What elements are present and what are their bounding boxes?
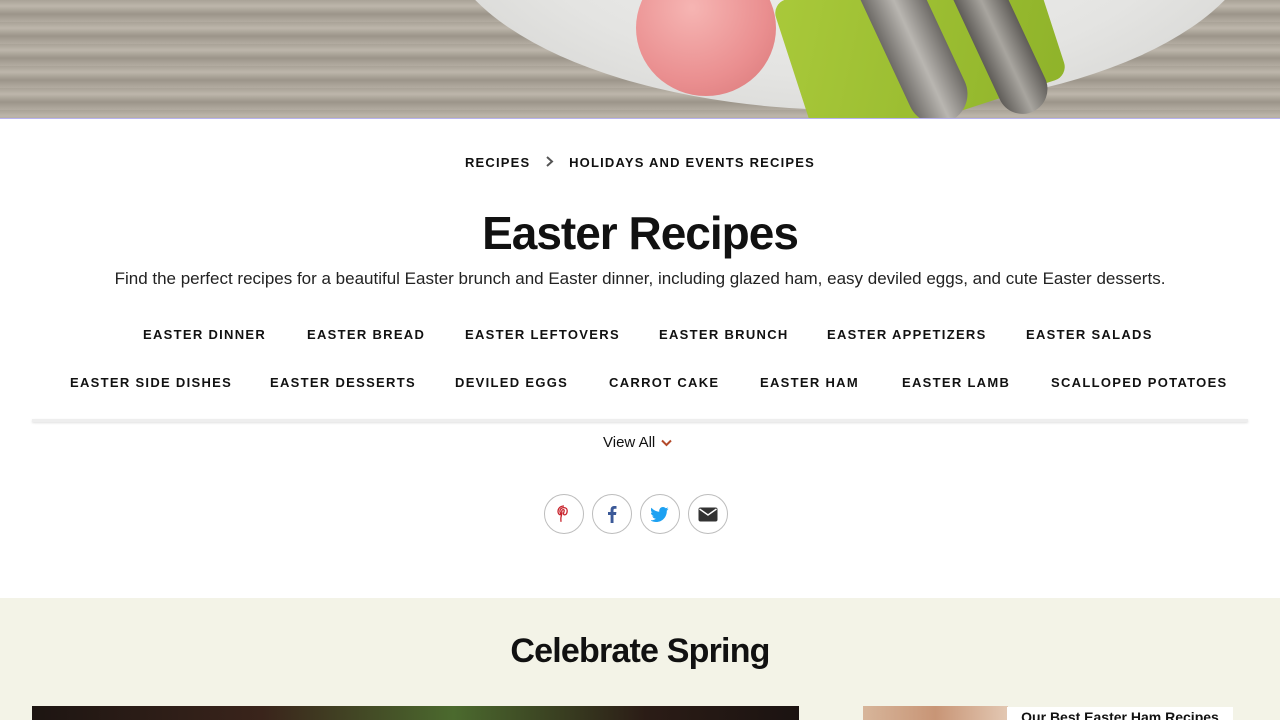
card-thumbnail-image[interactable] (863, 706, 1008, 720)
taxonomy-link-easter-side-dishes[interactable]: EASTER SIDE DISHES (68, 372, 235, 393)
twitter-icon (651, 506, 669, 522)
taxonomy-link-easter-leftovers[interactable]: EASTER LEFTOVERS (463, 324, 622, 345)
facebook-icon (607, 505, 617, 523)
share-twitter-button[interactable] (640, 494, 680, 534)
share-email-button[interactable] (688, 494, 728, 534)
view-all-button[interactable]: View All (603, 434, 672, 451)
pinterest-icon (556, 505, 572, 523)
taxonomy-link-easter-dinner[interactable]: EASTER DINNER (141, 324, 269, 345)
taxonomy-link-deviled-eggs[interactable]: DEVILED EGGS (453, 372, 571, 393)
section-divider (32, 419, 1248, 422)
hero-image (0, 0, 1280, 119)
taxonomy-link-easter-bread[interactable]: EASTER BREAD (305, 324, 428, 345)
chevron-down-icon (657, 436, 672, 450)
page-description: Find the perfect recipes for a beautiful… (114, 269, 1166, 288)
taxonomy-link-easter-desserts[interactable]: EASTER DESSERTS (268, 372, 418, 393)
share-pinterest-button[interactable] (544, 494, 584, 534)
taxonomy-link-scalloped-potatoes[interactable]: SCALLOPED POTATOES (1049, 372, 1230, 393)
taxonomy-link-easter-lamb[interactable]: EASTER LAMB (900, 372, 1013, 393)
section-title: Celebrate Spring (510, 632, 770, 670)
breadcrumb-holidays[interactable]: HOLIDAYS AND EVENTS RECIPES (569, 155, 815, 170)
page-title: Easter Recipes (482, 207, 799, 259)
taxonomy-link-easter-appetizers[interactable]: EASTER APPETIZERS (825, 324, 989, 345)
breadcrumb-recipes[interactable]: RECIPES (465, 155, 530, 170)
taxonomy-link-easter-brunch[interactable]: EASTER BRUNCH (657, 324, 791, 345)
chevron-right-icon (545, 155, 554, 170)
share-facebook-button[interactable] (592, 494, 632, 534)
taxonomy-link-easter-ham[interactable]: EASTER HAM (758, 372, 861, 393)
email-icon (698, 507, 718, 522)
view-all-label: View All (603, 434, 656, 451)
breadcrumb: RECIPES HOLIDAYS AND EVENTS RECIPES (0, 154, 1280, 170)
taxonomy-link-carrot-cake[interactable]: CARROT CAKE (607, 372, 722, 393)
taxonomy-link-easter-salads[interactable]: EASTER SALADS (1024, 324, 1155, 345)
feature-card-image[interactable] (32, 706, 799, 720)
card-title-link[interactable]: Our Best Easter Ham Recipes (1007, 707, 1233, 720)
